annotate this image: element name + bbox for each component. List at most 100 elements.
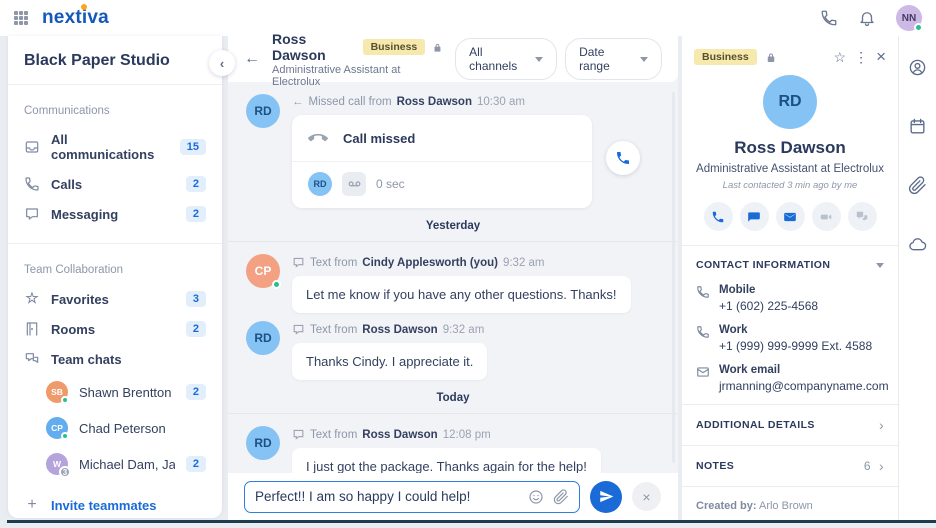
message-meta: ← Missed call from Ross Dawson 10:30 am [292,96,525,108]
chat-name: Chad Peterson [79,420,166,436]
message-meta: Text from Ross Dawson 9:32 am [292,321,487,336]
all-channels-dropdown[interactable]: All channels [455,38,558,80]
missed-call-card[interactable]: Call missed RD 0 sec [292,115,592,208]
attachment-paperclip-icon[interactable] [553,488,569,505]
presence-dot [914,23,923,32]
sidebar-item-messaging[interactable]: Messaging 2 [8,199,222,229]
presence-dot [61,396,69,404]
contact-name: Ross Dawson [272,30,326,63]
app-switcher-icon[interactable] [14,11,28,25]
calendar-icon[interactable] [908,117,927,136]
topbar-actions: NN [820,5,923,32]
more-options-kebab-icon[interactable]: ⋮ [854,50,868,64]
field-label: Mobile [719,284,756,296]
team-chat-button[interactable] [847,202,877,231]
notifications-bell-icon[interactable] [858,9,876,27]
group-avatar: W 3 [46,453,71,478]
contact-name: Ross Dawson [734,138,846,157]
composer-bar: × [228,473,678,520]
sidebar-item-team-chats[interactable]: Team chats [8,344,222,374]
sidebar-chat-michael-dam-group[interactable]: W 3 Michael Dam, Jacquelin... 2 [8,446,222,482]
message-button[interactable] [739,202,769,231]
sidebar-item-all-communications[interactable]: All communications 15 [8,125,222,169]
team-chats-icon [24,351,40,367]
user-avatar-initials: NN [901,12,917,24]
contact-profile-icon[interactable] [908,58,927,77]
conversation-filters: All channels Date range [455,38,662,80]
sidebar-chat-shawn-brentton[interactable]: SB Shawn Brentton 2 [8,374,222,410]
app-window: nextiva NN Black Paper Studio ‹ Communic… [0,0,936,528]
avatar: SB [46,381,69,404]
conversation-title-block: Ross Dawson Business Administrative Assi… [272,31,443,88]
logo-dot [81,4,87,10]
avatar: RD [246,94,280,128]
phone-number[interactable]: +1 (602) 225-4568 [719,299,818,313]
sidebar-item-calls[interactable]: Calls 2 [8,169,222,199]
unread-badge: 2 [185,176,206,192]
back-arrow-icon[interactable]: ← [244,50,260,68]
close-composer-button[interactable]: × [632,482,661,511]
send-button[interactable] [590,480,622,513]
collapse-chevron-icon: ‹ [219,55,225,71]
business-badge: Business [362,38,426,55]
unread-badge: 2 [185,384,206,400]
presence-dot [61,432,69,440]
window-bottom-edge [0,520,936,528]
nextiva-logo[interactable]: nextiva [42,4,109,29]
contact-information-header[interactable]: CONTACT INFORMATION [682,246,898,284]
sidebar-collapse-button[interactable]: ‹ [209,50,235,76]
attachments-paperclip-icon[interactable] [908,176,927,195]
call-back-button[interactable] [606,141,640,175]
message-list[interactable]: RD ← Missed call from Ross Dawson 10:30 … [228,82,678,473]
group-count-badge: 3 [59,466,71,478]
phone-number[interactable]: +1 (999) 999-9999 Ext. 4588 [719,339,872,353]
inbox-icon [24,139,40,155]
call-button[interactable] [703,202,733,231]
dropdown-label: All channels [469,45,518,73]
chevron-right-icon: › [878,458,884,474]
sidebar-item-label: All communications [51,132,155,162]
video-call-button[interactable] [811,202,841,231]
additional-details-header[interactable]: ADDITIONAL DETAILS › [682,405,898,445]
sidebar-item-label: Rooms [51,321,96,337]
chat-bubble-icon [24,206,40,222]
contact-avatar: RD [763,75,817,129]
missed-call-arrow-icon: ← [292,96,304,108]
text-message-icon [292,428,305,441]
lock-icon [765,51,777,63]
workspace-title: Black Paper Studio [8,36,222,85]
business-badge: Business [694,48,757,65]
user-avatar[interactable]: NN [896,5,923,32]
emoji-icon[interactable] [528,489,544,505]
message-input-container [244,480,580,513]
chat-name: Michael Dam, Jacquelin... [79,456,175,472]
notes-header[interactable]: NOTES 6 › [682,446,898,486]
phone-icon[interactable] [820,9,838,27]
call-missed-label: Call missed [343,130,416,146]
sidebar-item-rooms[interactable]: Rooms 2 [8,314,222,344]
phone-icon [696,325,710,339]
section-title: ADDITIONAL DETAILS [696,419,815,431]
message-bubble: Thanks Cindy. I appreciate it. [292,343,488,380]
contact-job-title: Administrative Assistant at Electrolux [696,163,884,175]
date-range-dropdown[interactable]: Date range [565,38,662,80]
message-input[interactable] [255,489,519,504]
conversation-panel: ← Ross Dawson Business Administrative As… [228,31,678,520]
phone-icon [24,176,40,192]
sidebar-item-favorites[interactable]: ☆ Favorites 3 [8,284,222,314]
avatar: RD [308,172,332,196]
plus-icon: + [27,496,37,513]
contact-quick-actions [682,202,898,231]
favorite-star-icon[interactable]: ☆ [834,50,847,64]
cloud-icon[interactable] [908,235,927,254]
email-address[interactable]: jrmanning@companyname.com [719,379,889,393]
email-button[interactable] [775,202,805,231]
star-icon: ☆ [25,290,39,307]
contact-panel-header: Business ☆ ⋮ × [682,36,898,65]
sidebar-chat-chad-peterson[interactable]: CP Chad Peterson [8,410,222,446]
chevron-down-icon [535,56,544,62]
message-group: RD Text from Ross Dawson 9:32 am Thanks … [246,321,660,380]
field-label: Work email [719,364,781,376]
close-panel-icon[interactable]: × [876,48,886,65]
scrollbar[interactable] [672,92,675,463]
